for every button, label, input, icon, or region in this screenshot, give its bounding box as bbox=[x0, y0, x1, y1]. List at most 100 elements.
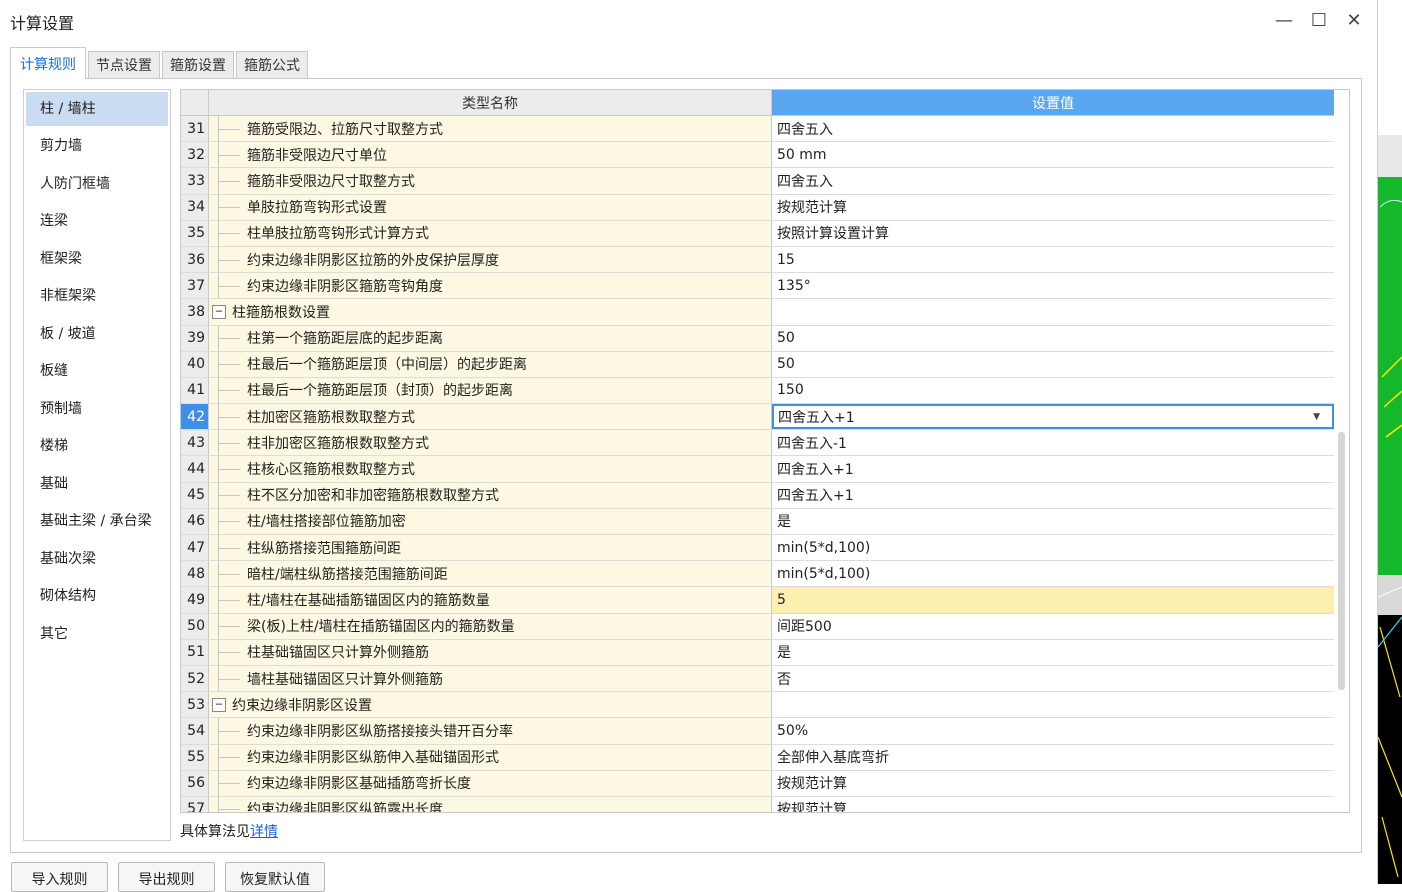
setting-value-cell[interactable]: 按照计算设置计算 bbox=[772, 220, 1334, 246]
setting-value-cell[interactable]: 50 mm bbox=[772, 142, 1334, 168]
setting-value-cell[interactable]: 是 bbox=[772, 508, 1334, 534]
sidebar-item[interactable]: 板 / 坡道 bbox=[24, 316, 170, 354]
table-row[interactable]: 34 单肢拉筋弯钩形式设置 按规范计算 bbox=[181, 194, 1334, 221]
table-row[interactable]: 35 柱单肢拉筋弯钩形式计算方式 按照计算设置计算 bbox=[181, 220, 1334, 247]
tab-stirrup-settings[interactable]: 箍筋设置 bbox=[162, 51, 234, 78]
scrollbar-thumb[interactable] bbox=[1338, 432, 1345, 690]
setting-value-cell[interactable]: 150 bbox=[772, 377, 1334, 404]
collapse-toggle-icon[interactable]: − bbox=[212, 697, 226, 712]
table-row[interactable]: 44 柱核心区箍筋根数取整方式 四舍五入+1 bbox=[181, 456, 1334, 483]
table-row[interactable]: 38− 柱箍筋根数设置 bbox=[181, 299, 1334, 326]
setting-value-cell[interactable]: 四舍五入+1 bbox=[772, 456, 1334, 482]
setting-value-cell[interactable]: 50 bbox=[772, 351, 1334, 377]
table-row[interactable]: 49 柱/墙柱在基础插筋锚固区内的箍筋数量 5 bbox=[181, 587, 1334, 614]
collapse-toggle-icon[interactable]: − bbox=[212, 304, 226, 319]
maximize-button[interactable]: ☐ bbox=[1306, 8, 1332, 32]
export-rules-button[interactable]: 导出规则 bbox=[118, 862, 215, 892]
sidebar-item[interactable]: 基础 bbox=[24, 466, 170, 504]
table-row[interactable]: 31 箍筋受限边、拉筋尺寸取整方式 四舍五入 bbox=[181, 116, 1334, 143]
table-row[interactable]: 45 柱不区分加密和非加密箍筋根数取整方式 四舍五入+1 bbox=[181, 482, 1334, 509]
tab-calculation-rules[interactable]: 计算规则 bbox=[10, 47, 86, 79]
setting-value-cell[interactable]: 按规范计算 bbox=[772, 796, 1334, 812]
detail-link[interactable]: 详情 bbox=[250, 824, 278, 840]
setting-value-cell[interactable]: 50% bbox=[772, 718, 1334, 744]
table-row[interactable]: 47 柱纵筋搭接范围箍筋间距 min(5*d,100) bbox=[181, 535, 1334, 562]
import-rules-button[interactable]: 导入规则 bbox=[11, 862, 108, 892]
sidebar-item[interactable]: 楼梯 bbox=[24, 428, 170, 466]
tree-branch bbox=[218, 573, 240, 575]
table-row[interactable]: 56 约束边缘非阴影区基础插筋弯折长度 按规范计算 bbox=[181, 770, 1334, 797]
setting-value-cell[interactable]: 四舍五入-1 bbox=[772, 430, 1334, 456]
chevron-down-icon[interactable]: ▼ bbox=[1313, 412, 1320, 422]
setting-value-cell[interactable]: 按规范计算 bbox=[772, 770, 1334, 796]
setting-value-cell[interactable]: 四舍五入+1 bbox=[772, 482, 1334, 508]
setting-value-cell[interactable]: 是 bbox=[772, 639, 1334, 665]
tab-node-settings[interactable]: 节点设置 bbox=[88, 51, 160, 78]
background-drawing bbox=[1378, 199, 1402, 878]
close-button[interactable]: ✕ bbox=[1341, 8, 1367, 32]
row-number: 31 bbox=[181, 116, 209, 142]
setting-value-dropdown[interactable]: 四舍五入+1 ▼ bbox=[772, 404, 1334, 430]
setting-value-cell[interactable] bbox=[772, 299, 1334, 325]
setting-value-cell[interactable]: 四舍五入 bbox=[772, 116, 1334, 142]
table-row[interactable]: 41 柱最后一个箍筋距层顶（封顶）的起步距离 150 bbox=[181, 377, 1334, 405]
type-name-cell: 柱纵筋搭接范围箍筋间距 bbox=[209, 535, 772, 561]
setting-value-cell[interactable]: 间距500 bbox=[772, 613, 1334, 639]
setting-value-cell[interactable]: 四舍五入 bbox=[772, 168, 1334, 194]
setting-value-cell[interactable]: min(5*d,100) bbox=[772, 561, 1334, 587]
table-row[interactable]: 36 约束边缘非阴影区拉筋的外皮保护层厚度 15 bbox=[181, 246, 1334, 274]
type-name-cell: 暗柱/端柱纵筋搭接范围箍筋间距 bbox=[209, 561, 772, 587]
table-row[interactable]: 53− 约束边缘非阴影区设置 bbox=[181, 692, 1334, 719]
table-row[interactable]: 39 柱第一个箍筋距层底的起步距离 50 bbox=[181, 325, 1334, 352]
table-row[interactable]: 37 约束边缘非阴影区箍筋弯钩角度 135° bbox=[181, 273, 1334, 300]
setting-value-cell[interactable] bbox=[772, 692, 1334, 718]
row-number: 53 bbox=[181, 692, 209, 718]
sidebar-item[interactable]: 框架梁 bbox=[24, 241, 170, 279]
sidebar-item[interactable]: 其它 bbox=[24, 616, 170, 654]
sidebar-item[interactable]: 非框架梁 bbox=[24, 278, 170, 316]
vertical-scrollbar[interactable] bbox=[1334, 116, 1349, 812]
table-row[interactable]: 51 柱基础锚固区只计算外侧箍筋 是 bbox=[181, 639, 1334, 666]
restore-defaults-button[interactable]: 恢复默认值 bbox=[225, 862, 325, 892]
table-row[interactable]: 43 柱非加密区箍筋根数取整方式 四舍五入-1 bbox=[181, 430, 1334, 457]
minimize-button[interactable]: — bbox=[1271, 8, 1297, 32]
tab-stirrup-formula[interactable]: 箍筋公式 bbox=[236, 51, 308, 78]
grid-header: 类型名称 设置值 bbox=[181, 90, 1349, 116]
setting-value-cell[interactable]: 否 bbox=[772, 665, 1334, 692]
setting-value-cell[interactable]: 15 bbox=[772, 246, 1334, 273]
sidebar-item[interactable]: 剪力墙 bbox=[24, 128, 170, 166]
sidebar-item[interactable]: 人防门框墙 bbox=[24, 166, 170, 204]
table-row[interactable]: 55 约束边缘非阴影区纵筋伸入基础锚固形式 全部伸入基底弯折 bbox=[181, 744, 1334, 771]
table-row[interactable]: 54 约束边缘非阴影区纵筋搭接接头错开百分率 50% bbox=[181, 718, 1334, 745]
sidebar-item[interactable]: 柱 / 墙柱 bbox=[26, 92, 168, 126]
setting-value-cell[interactable]: 5 bbox=[772, 587, 1334, 613]
tree-branch bbox=[218, 469, 240, 471]
setting-value-cell[interactable]: 全部伸入基底弯折 bbox=[772, 744, 1334, 770]
sidebar-item[interactable]: 砌体结构 bbox=[24, 578, 170, 616]
sidebar-item[interactable]: 基础次梁 bbox=[24, 541, 170, 579]
table-row[interactable]: 40 柱最后一个箍筋距层顶（中间层）的起步距离 50 bbox=[181, 351, 1334, 378]
table-row[interactable]: 48 暗柱/端柱纵筋搭接范围箍筋间距 min(5*d,100) bbox=[181, 561, 1334, 588]
type-name-cell: 箍筋受限边、拉筋尺寸取整方式 bbox=[209, 116, 772, 142]
table-row[interactable]: 46 柱/墙柱搭接部位箍筋加密是 bbox=[181, 508, 1334, 535]
setting-value-cell[interactable]: 50 bbox=[772, 325, 1334, 351]
type-name-text: 约束边缘非阴影区拉筋的外皮保护层厚度 bbox=[247, 252, 499, 269]
sidebar-item[interactable]: 预制墙 bbox=[24, 391, 170, 429]
table-row[interactable]: 50 梁(板)上柱/墙柱在插筋锚固区内的箍筋数量 间距500 bbox=[181, 613, 1334, 640]
setting-value-cell[interactable]: 135° bbox=[772, 273, 1334, 299]
row-number: 40 bbox=[181, 351, 209, 377]
type-name-text: 约束边缘非阴影区箍筋弯钩角度 bbox=[247, 278, 443, 295]
table-row[interactable]: 32 箍筋非受限边尺寸单位 50 mm bbox=[181, 142, 1334, 169]
type-name-text: 约束边缘非阴影区纵筋露出长度 bbox=[247, 802, 443, 813]
row-number: 44 bbox=[181, 456, 209, 482]
table-row[interactable]: 42 柱加密区箍筋根数取整方式 四舍五入+1 ▼ bbox=[181, 404, 1334, 431]
sidebar-item[interactable]: 基础主梁 / 承台梁 bbox=[24, 503, 170, 541]
type-name-text: 墙柱基础锚固区只计算外侧箍筋 bbox=[247, 671, 443, 688]
sidebar-item[interactable]: 板缝 bbox=[24, 353, 170, 391]
table-row[interactable]: 33 箍筋非受限边尺寸取整方式 四舍五入 bbox=[181, 168, 1334, 195]
setting-value-cell[interactable]: 按规范计算 bbox=[772, 194, 1334, 220]
table-row[interactable]: 52 墙柱基础锚固区只计算外侧箍筋 否 bbox=[181, 665, 1334, 693]
setting-value-cell[interactable]: min(5*d,100) bbox=[772, 535, 1334, 561]
table-row[interactable]: 57 约束边缘非阴影区纵筋露出长度 按规范计算 bbox=[181, 796, 1334, 813]
sidebar-item[interactable]: 连梁 bbox=[24, 203, 170, 241]
